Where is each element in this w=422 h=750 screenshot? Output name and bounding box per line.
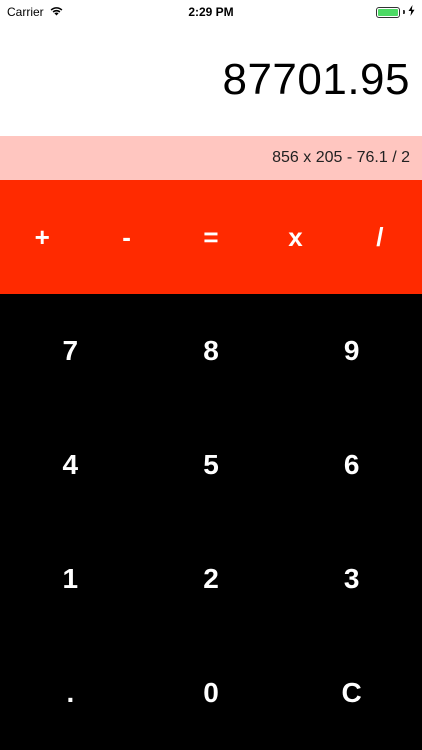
clear-button[interactable]: C	[281, 636, 422, 750]
key-four[interactable]: 4	[0, 408, 141, 522]
expression-bar: 856 x 205 - 76.1 / 2	[0, 136, 422, 180]
key-zero[interactable]: 0	[141, 636, 282, 750]
charging-bolt-icon	[408, 3, 415, 21]
plus-button[interactable]: +	[0, 180, 84, 294]
multiply-button[interactable]: x	[253, 180, 337, 294]
status-bar: Carrier 2:29 PM	[0, 0, 422, 24]
key-six[interactable]: 6	[281, 408, 422, 522]
minus-button[interactable]: -	[84, 180, 168, 294]
calculator-screen: Carrier 2:29 PM 87701.95 856 x 205 - 76.…	[0, 0, 422, 750]
key-seven[interactable]: 7	[0, 294, 141, 408]
status-left: Carrier	[7, 5, 64, 19]
key-decimal[interactable]: .	[0, 636, 141, 750]
carrier-label: Carrier	[7, 5, 44, 19]
key-five[interactable]: 5	[141, 408, 282, 522]
operator-row: + - = x /	[0, 180, 422, 294]
result-value: 87701.95	[222, 55, 410, 104]
key-eight[interactable]: 8	[141, 294, 282, 408]
divide-button[interactable]: /	[338, 180, 422, 294]
expression-value: 856 x 205 - 76.1 / 2	[272, 149, 410, 166]
result-display: 87701.95	[0, 24, 422, 136]
number-keypad: 7 8 9 4 5 6 1 2 3 . 0 C	[0, 294, 422, 750]
battery-tip	[403, 10, 405, 14]
status-right	[376, 3, 415, 21]
battery-level	[378, 8, 398, 16]
battery-icon	[376, 6, 400, 18]
equals-button[interactable]: =	[169, 180, 253, 294]
key-one[interactable]: 1	[0, 522, 141, 636]
key-two[interactable]: 2	[141, 522, 282, 636]
key-nine[interactable]: 9	[281, 294, 422, 408]
key-three[interactable]: 3	[281, 522, 422, 636]
wifi-icon	[49, 5, 64, 19]
